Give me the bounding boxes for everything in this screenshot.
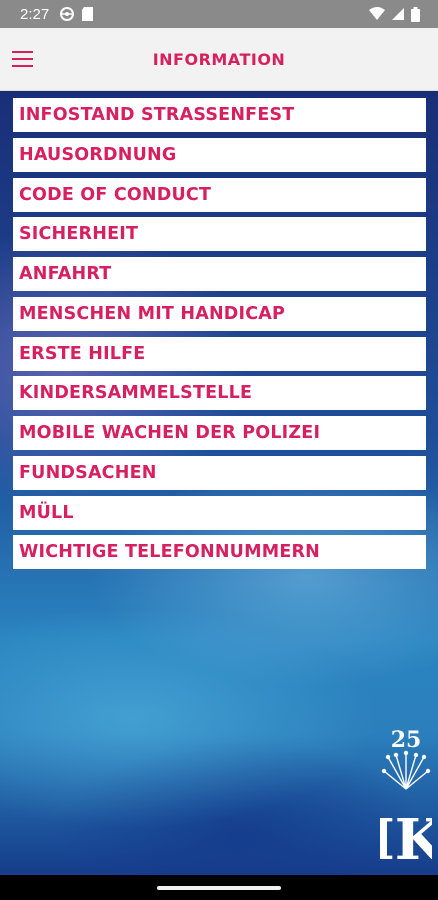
menu-item-sicherheit[interactable]: SICHERHEIT <box>13 217 426 252</box>
menu-item-erste-hilfe[interactable]: ERSTE HILFE <box>13 336 426 371</box>
svg-text:IK: IK <box>380 807 432 867</box>
menu-item-code-of-conduct[interactable]: CODE OF CONDUCT <box>13 177 426 212</box>
settings-globe-icon <box>60 7 75 21</box>
status-right-icons <box>369 6 420 22</box>
signal-icon <box>392 8 404 20</box>
menu-item-telefonnummern[interactable]: WICHTIGE TELEFONNUMMERN <box>13 535 426 570</box>
hamburger-menu-icon[interactable] <box>12 48 34 70</box>
content-area: INFOSTAND STRASSENFEST HAUSORDNUNG CODE … <box>0 91 438 875</box>
info-menu-list: INFOSTAND STRASSENFEST HAUSORDNUNG CODE … <box>13 98 426 575</box>
menu-item-fundsachen[interactable]: FUNDSACHEN <box>13 455 426 490</box>
svg-text:25: 25 <box>391 727 422 753</box>
page-title: INFORMATION <box>152 49 286 69</box>
festival-logo: 25 IK <box>380 727 432 867</box>
menu-item-infostand[interactable]: INFOSTAND STRASSENFEST <box>13 98 426 132</box>
home-gesture-handle[interactable] <box>157 886 281 890</box>
system-nav-bar <box>0 875 438 900</box>
sd-card-icon <box>82 7 94 21</box>
status-time: 2:27 <box>20 5 50 23</box>
status-bar: 2:27 <box>0 0 438 28</box>
wifi-icon <box>369 7 385 20</box>
battery-icon <box>411 6 420 22</box>
status-left-icons <box>59 6 94 22</box>
menu-item-hausordnung[interactable]: HAUSORDNUNG <box>13 137 426 172</box>
menu-item-anfahrt[interactable]: ANFAHRT <box>13 257 426 291</box>
menu-item-muell[interactable]: MÜLL <box>13 495 426 530</box>
menu-item-handicap[interactable]: MENSCHEN MIT HANDICAP <box>13 296 426 331</box>
app-bar: INFORMATION <box>0 28 438 91</box>
menu-item-mobile-wachen[interactable]: MOBILE WACHEN DER POLIZEI <box>13 416 426 450</box>
menu-item-kindersammelstelle[interactable]: KINDERSAMMELSTELLE <box>13 376 426 411</box>
